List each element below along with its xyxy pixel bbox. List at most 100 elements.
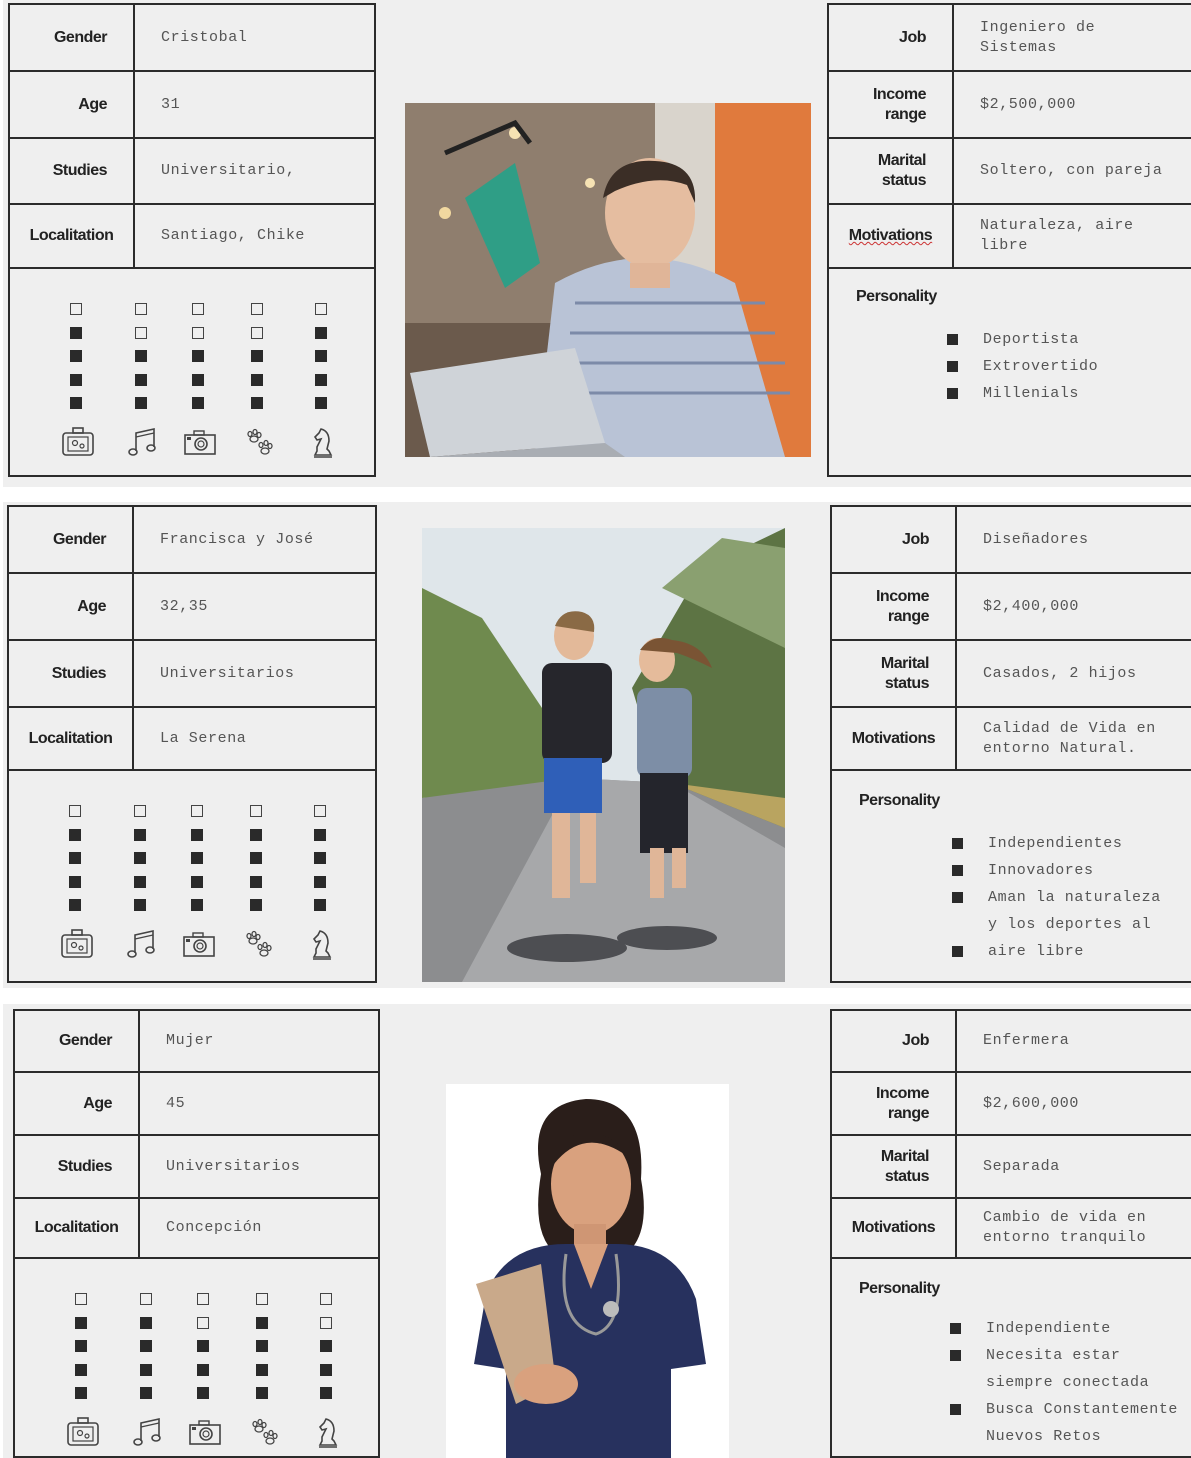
level-square-filled [314, 875, 326, 888]
level-square-empty [197, 1316, 209, 1329]
motivations-label: Motivations [832, 708, 957, 769]
marital-label: Marital status [829, 139, 954, 203]
level-square-empty [70, 303, 82, 315]
level-square-filled [251, 397, 263, 409]
level-square-filled [197, 1340, 209, 1352]
age-value: 45 [166, 1094, 186, 1112]
gender-label: Gender [15, 1011, 140, 1071]
level-square-empty [135, 326, 147, 339]
location-label: Localitation [9, 708, 134, 769]
bullet-square-icon [952, 946, 963, 957]
personality-list: Independiente Necesita estar siempre conec… [950, 1315, 1178, 1450]
bullet-square-icon [950, 1350, 961, 1361]
level-square-filled [256, 1316, 268, 1329]
persona-3-photo [446, 1084, 729, 1458]
level-square-filled [140, 1363, 152, 1376]
level-square-filled [251, 373, 263, 386]
personality-item: siempre conectada [950, 1369, 1178, 1396]
job-label: Job [832, 1011, 957, 1071]
bullet-square-icon [947, 334, 958, 345]
bullet-square-icon [947, 361, 958, 372]
personality-list: Deportista Extrovertido Millenials [947, 326, 1098, 407]
level-square-empty [314, 805, 326, 817]
music-note-icon [125, 425, 161, 459]
level-square-filled [191, 852, 203, 864]
level-square-filled [70, 326, 82, 339]
bullet-square-icon [952, 892, 963, 903]
studies-value: Universitarios [160, 664, 295, 682]
level-square-filled [250, 852, 262, 864]
level-square-filled [191, 899, 203, 911]
persona-1-photo [405, 103, 811, 457]
level-square-filled [320, 1387, 332, 1399]
chess-knight-icon [305, 425, 341, 459]
paw-prints-icon [246, 1415, 282, 1449]
level-square-filled [192, 350, 204, 362]
level-square-filled [134, 899, 146, 911]
age-label: Age [10, 72, 135, 137]
income-value: $2,500,000 [980, 95, 1077, 113]
studies-label: Studies [15, 1136, 140, 1197]
level-square-filled [320, 1340, 332, 1352]
level-square-filled [134, 875, 146, 888]
job-value: Ingeniero de Sistemas [980, 18, 1096, 56]
luggage-icon [65, 1415, 101, 1449]
gender-label: Gender [9, 507, 134, 572]
personality-item: Deportista [947, 326, 1098, 353]
persona-1-details-table: Job Ingeniero de Sistemas Income range $… [827, 3, 1191, 477]
personality-text: y los deportes al [988, 916, 1152, 933]
personality-item: Aman la naturaleza [952, 884, 1161, 911]
personality-item: Busca Constantemente [950, 1396, 1178, 1423]
level-square-filled [192, 373, 204, 386]
personality-text: Necesita estar [986, 1347, 1121, 1364]
level-square-filled [314, 852, 326, 864]
personality-text: Busca Constantemente [986, 1401, 1179, 1418]
personality-text: Independientes [988, 835, 1123, 852]
marital-label: Marital status [832, 641, 957, 706]
personality-text: Aman la naturaleza [988, 889, 1161, 906]
income-value: $2,600,000 [983, 1094, 1080, 1112]
level-square-filled [315, 373, 327, 386]
level-square-filled [140, 1340, 152, 1352]
location-label: Localitation [10, 205, 135, 267]
level-square-filled [134, 828, 146, 841]
level-square-empty [75, 1293, 87, 1305]
level-square-filled [69, 828, 81, 841]
level-square-filled [315, 326, 327, 339]
gender-value: Francisca y José [160, 530, 314, 548]
motivations-value: Naturaleza, aire libre [980, 217, 1134, 254]
personality-label: Personality [856, 288, 937, 305]
persona-2-profile-table: Gender Francisca y José Age 32,35 Studie… [7, 505, 377, 983]
level-square-filled [197, 1387, 209, 1399]
personality-item: Independientes [952, 830, 1161, 857]
motivations-label: Motivations [829, 205, 954, 267]
location-value: Santiago, Chike [161, 227, 306, 244]
studies-label: Studies [9, 641, 134, 706]
camera-icon [181, 927, 217, 961]
level-square-empty [251, 303, 263, 315]
level-square-filled [135, 350, 147, 362]
studies-label: Studies [10, 139, 135, 203]
level-square-filled [192, 397, 204, 409]
level-square-filled [140, 1316, 152, 1329]
age-value: 31 [161, 95, 181, 113]
income-value: $2,400,000 [983, 597, 1080, 615]
level-square-filled [191, 875, 203, 888]
age-label: Age [15, 1073, 140, 1134]
personality-item: Millenials [947, 380, 1098, 407]
personality-label: Personality [859, 1280, 940, 1297]
camera-icon [182, 425, 218, 459]
level-square-filled [134, 852, 146, 864]
interest-scale [10, 269, 374, 475]
personality-text: siempre conectada [986, 1374, 1150, 1391]
level-square-empty [256, 1293, 268, 1305]
personality-text: Innovadores [988, 862, 1094, 879]
level-square-filled [140, 1387, 152, 1399]
location-value: La Serena [160, 729, 247, 747]
paw-prints-icon [240, 927, 276, 961]
camera-icon [187, 1415, 223, 1449]
persona-3-details-table: Job Enfermera Income range $2,600,000 Ma… [830, 1009, 1191, 1458]
personality-item: Independiente [950, 1315, 1178, 1342]
location-value: Concepción [166, 1219, 263, 1236]
level-square-empty [135, 303, 147, 315]
